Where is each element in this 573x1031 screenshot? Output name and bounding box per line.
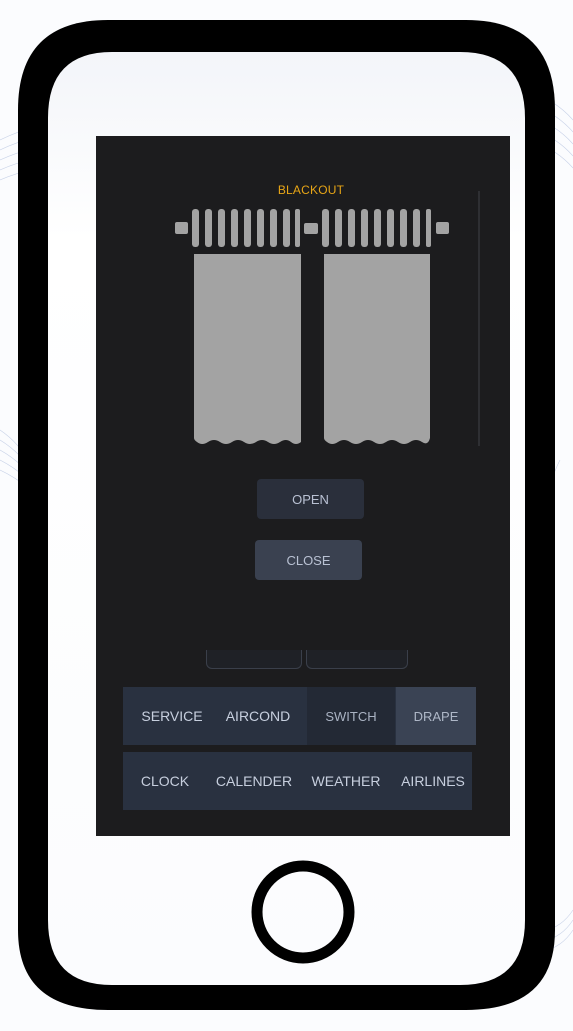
hidden-panel-tab-left[interactable] (206, 650, 302, 669)
nav-drape[interactable]: DRAPE (396, 687, 476, 745)
rod-end-right-icon (436, 222, 449, 234)
nav-airlines[interactable]: AIRLINES (395, 752, 471, 810)
nav-clock[interactable]: CLOCK (127, 752, 203, 810)
rod-end-left-icon (175, 222, 188, 234)
close-button[interactable]: CLOSE (255, 540, 362, 580)
nav-row-secondary: CLOCK CALENDER WEATHER AIRLINES (123, 752, 472, 810)
nav-weather[interactable]: WEATHER (305, 752, 387, 810)
curtain-panel-right (324, 254, 430, 444)
open-button[interactable]: OPEN (257, 479, 364, 519)
rod-connector-icon (304, 223, 318, 234)
nav-calender[interactable]: CALENDER (213, 752, 295, 810)
nav-service[interactable]: SERVICE (132, 687, 212, 745)
scrollbar[interactable] (478, 191, 480, 446)
curtain-rings-left-icon (192, 209, 300, 247)
nav-aircond[interactable]: AIRCOND (218, 687, 298, 745)
nav-row-primary: SERVICE AIRCOND SWITCH DRAPE (123, 687, 476, 745)
nav-switch[interactable]: SWITCH (307, 687, 395, 745)
app-screen: BLACKOUT OPEN CLOSE SERVICE AIRCOND SWIT… (96, 136, 510, 836)
curtain-rings-right-icon (322, 209, 431, 247)
curtain-panel-left (194, 254, 301, 444)
curtain-illustration (175, 209, 449, 444)
hidden-panel-tab-right[interactable] (306, 650, 408, 669)
device-mockup: BLACKOUT OPEN CLOSE SERVICE AIRCOND SWIT… (0, 0, 573, 1031)
